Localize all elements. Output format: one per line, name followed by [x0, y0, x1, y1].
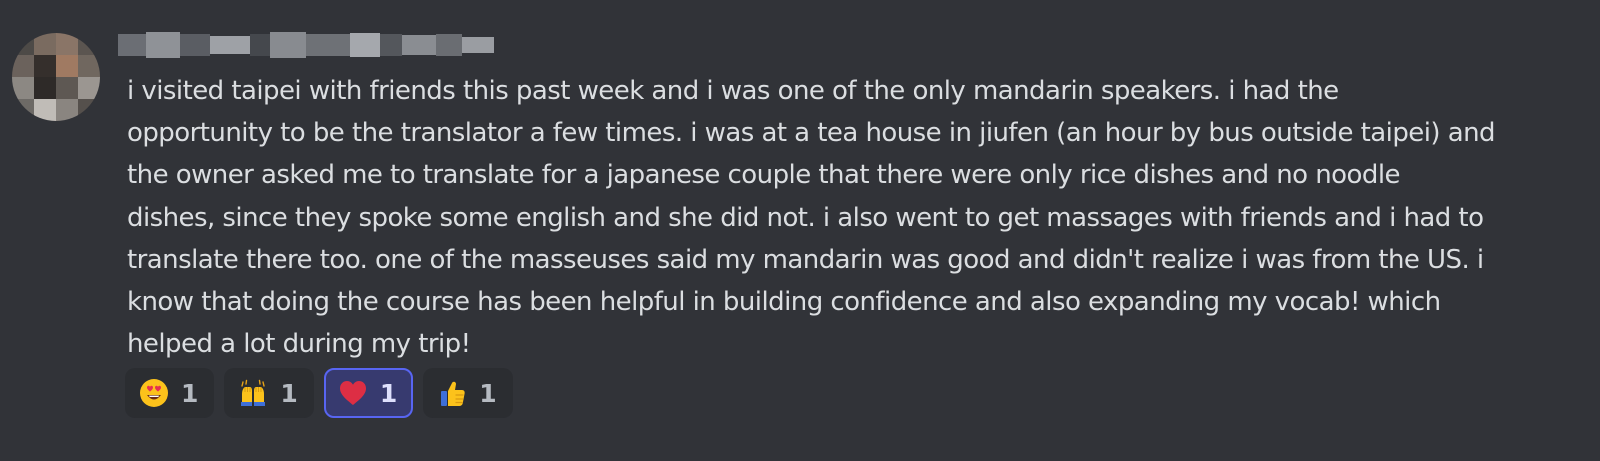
reaction-count: 1	[379, 378, 398, 408]
raising-hands-emoji-icon	[241, 379, 266, 406]
message-text: i visited taipei with friends this past …	[127, 76, 1496, 360]
reaction-count: 1	[479, 378, 497, 408]
reaction-raising-hands[interactable]: 1	[224, 368, 314, 418]
reaction-heart-eyes[interactable]: 1	[125, 368, 215, 418]
reaction-count: 1	[181, 378, 199, 408]
username-redacted[interactable]	[118, 30, 498, 60]
thumbs-up-emoji-icon	[441, 381, 465, 406]
reaction-thumbs-up[interactable]: 1	[423, 368, 513, 418]
chat-message: i visited taipei with friends this past …	[0, 0, 1600, 461]
reactions-bar: 1 1 1 1	[125, 368, 513, 418]
avatar[interactable]	[12, 33, 100, 121]
heart-eyes-emoji-icon	[140, 379, 168, 407]
reaction-red-heart[interactable]: 1	[323, 368, 414, 418]
reaction-count: 1	[280, 378, 298, 408]
red-heart-emoji-icon	[339, 381, 366, 405]
